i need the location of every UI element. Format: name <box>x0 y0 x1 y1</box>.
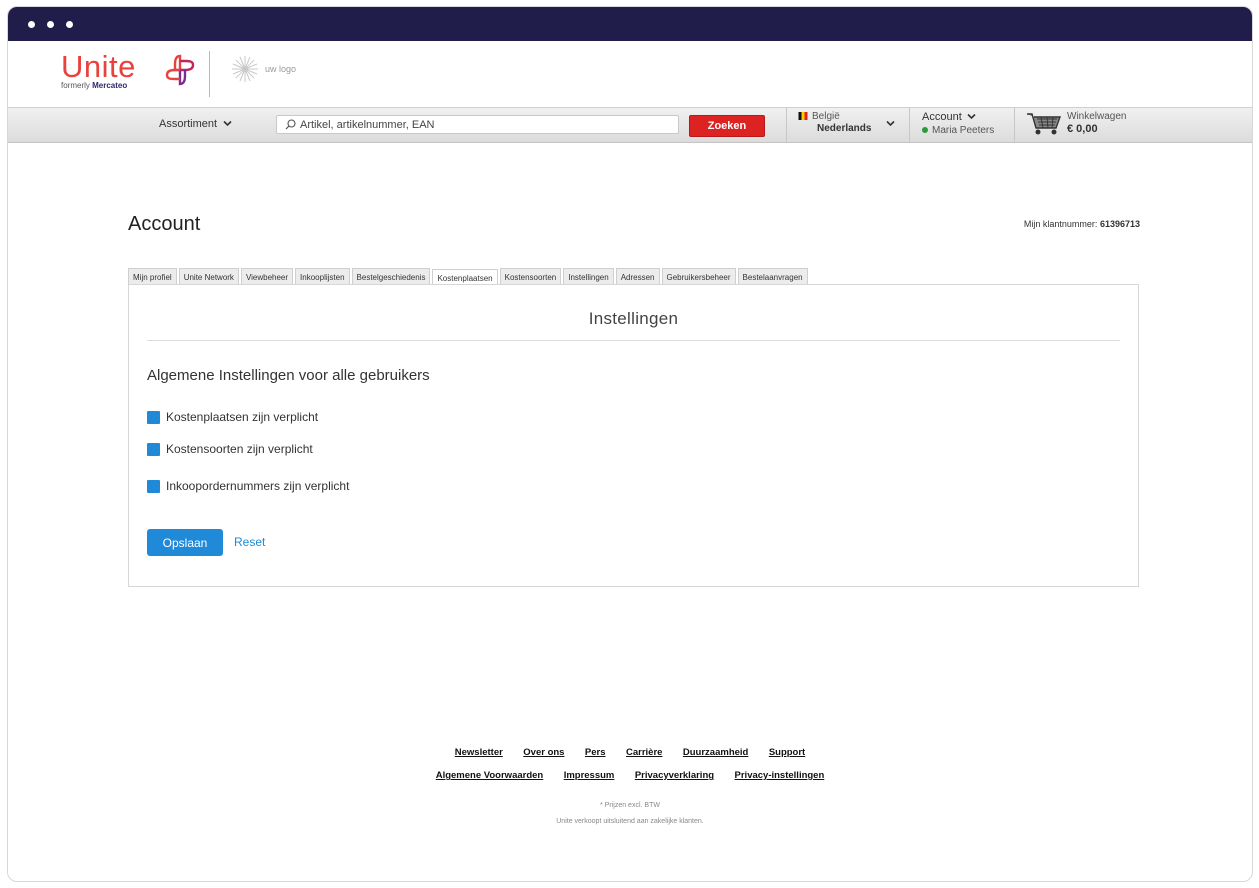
cart-summary[interactable]: Winkelwagen € 0,00 <box>1067 111 1126 136</box>
user-name: Maria Peeters <box>932 125 995 136</box>
brand-cross-icon <box>165 54 195 86</box>
tab-bestelgeschiedenis[interactable]: Bestelgeschiedenis <box>351 268 431 285</box>
chevron-down-icon <box>967 113 976 120</box>
chevron-down-icon <box>223 120 232 127</box>
save-button[interactable]: Opslaan <box>147 529 223 556</box>
window-titlebar <box>8 7 1252 41</box>
window-close-dot[interactable] <box>28 20 35 28</box>
tab-unite-network[interactable]: Unite Network <box>178 268 239 285</box>
online-status-dot <box>922 127 928 133</box>
search-input[interactable] <box>300 118 660 131</box>
tab-viewbeheer[interactable]: Viewbeheer <box>240 268 294 285</box>
tab-instellingen[interactable]: Instellingen <box>563 268 614 285</box>
tab-bestelaanvragen[interactable]: Bestelaanvragen <box>737 268 808 285</box>
option-kostenplaatsen[interactable]: Kostenplaatsen zijn verplicht <box>147 410 318 424</box>
checkbox[interactable] <box>147 410 160 424</box>
brand-formerly: formerly Mercateo <box>61 81 136 90</box>
settings-panel: Instellingen Algemene Instellingen voor … <box>128 284 1139 587</box>
assortment-menu[interactable]: Assortiment <box>159 118 232 130</box>
reset-link[interactable]: Reset <box>234 535 265 549</box>
region-country-row: België <box>798 111 871 123</box>
search-box <box>276 115 679 134</box>
account-row: Account <box>922 111 994 124</box>
footer-link-over-ons[interactable]: Over ons <box>523 747 564 758</box>
nav-divider <box>909 108 910 142</box>
account-tabs: Mijn profiel Unite Network Viewbeheer In… <box>128 268 808 286</box>
footer-link-algemene-voorwaarden[interactable]: Algemene Voorwaarden <box>436 770 544 781</box>
footer-b2b-note: Unite verkoopt uitsluitend aan zakelijke… <box>556 818 704 825</box>
tab-gebruikersbeheer[interactable]: Gebruikersbeheer <box>661 268 736 285</box>
option-label: Kostensoorten zijn verplicht <box>166 442 313 456</box>
footer-links-row1: Newsletter Over ons Pers Carrière Duurza… <box>8 742 1252 760</box>
search-button[interactable]: Zoeken <box>689 115 765 137</box>
region-selector[interactable]: België Nederlands <box>798 111 895 135</box>
brand-logo[interactable]: Unite formerly Mercateo <box>61 49 195 90</box>
country-label: België <box>812 111 840 122</box>
footer-link-duurzaamheid[interactable]: Duurzaamheid <box>683 747 748 758</box>
footer-links-row2: Algemene Voorwaarden Impressum Privacyve… <box>8 765 1252 783</box>
footer-link-newsletter[interactable]: Newsletter <box>455 747 503 758</box>
tab-inkooplijsten[interactable]: Inkooplijsten <box>295 268 350 285</box>
option-kostensoorten[interactable]: Kostensoorten zijn verplicht <box>147 442 313 456</box>
belgium-flag-icon <box>798 112 808 121</box>
brand-name: Unite <box>61 49 136 84</box>
page-title: Account <box>128 213 201 235</box>
sunburst-logo-icon <box>232 56 258 82</box>
window-zoom-dot[interactable] <box>66 20 73 28</box>
section-title: Algemene Instellingen voor alle gebruike… <box>147 367 430 384</box>
cart-label: Winkelwagen <box>1067 111 1127 122</box>
partner-logo: uw logo <box>231 55 296 83</box>
footer-link-pers[interactable]: Pers <box>585 747 606 758</box>
checkbox[interactable] <box>147 442 160 456</box>
browser-frame: Unite formerly Mercateo uw logo Assortim… <box>7 6 1253 882</box>
account-user: Maria Peeters <box>922 124 994 137</box>
footer-price-note: * Prijzen excl. BTW <box>600 802 660 809</box>
chevron-down-icon <box>886 120 895 127</box>
customer-number-label: Mijn klantnummer: <box>1023 219 1098 229</box>
assortment-label: Assortiment <box>159 118 218 130</box>
panel-divider <box>147 340 1120 341</box>
tab-adressen[interactable]: Adressen <box>615 268 660 285</box>
footer-link-privacy-instellingen[interactable]: Privacy-instellingen <box>735 770 825 781</box>
footer-link-carriere[interactable]: Carrière <box>626 747 662 758</box>
account-menu[interactable]: Account Maria Peeters <box>922 111 994 137</box>
footer-link-impressum[interactable]: Impressum <box>564 770 615 781</box>
logo-bar: Unite formerly Mercateo uw logo <box>8 41 1252 107</box>
window-minimize-dot[interactable] <box>47 20 54 28</box>
search-icon <box>285 119 296 130</box>
logo-divider <box>209 51 210 97</box>
main-navbar: Assortiment Zoeken België Nederlands Acc… <box>8 107 1252 143</box>
partner-logo-text: uw logo <box>265 64 297 74</box>
brand-formerly-text: formerly <box>61 81 90 90</box>
footer-link-privacyverklaring[interactable]: Privacyverklaring <box>635 770 714 781</box>
panel-title: Instellingen <box>588 309 679 328</box>
customer-number-value: 61396713 <box>1099 219 1140 229</box>
customer-number: Mijn klantnummer: 61396713 <box>1024 219 1140 229</box>
cart-icon[interactable] <box>1025 111 1063 137</box>
nav-divider <box>1014 108 1015 142</box>
option-inkoopordernummers[interactable]: Inkoopordernummers zijn verplicht <box>147 479 349 493</box>
brand-formerly-name: Mercateo <box>92 81 128 90</box>
option-label: Inkoopordernummers zijn verplicht <box>166 479 350 493</box>
account-label: Account <box>922 111 962 123</box>
tab-mijn-profiel[interactable]: Mijn profiel <box>128 268 177 285</box>
tab-kostensoorten[interactable]: Kostensoorten <box>499 268 562 285</box>
language-label: Nederlands <box>817 123 872 134</box>
checkbox[interactable] <box>147 479 160 493</box>
nav-divider <box>786 108 787 142</box>
footer-link-support[interactable]: Support <box>769 747 805 758</box>
cart-total: € 0,00 <box>1067 123 1098 135</box>
option-label: Kostenplaatsen zijn verplicht <box>166 410 319 424</box>
